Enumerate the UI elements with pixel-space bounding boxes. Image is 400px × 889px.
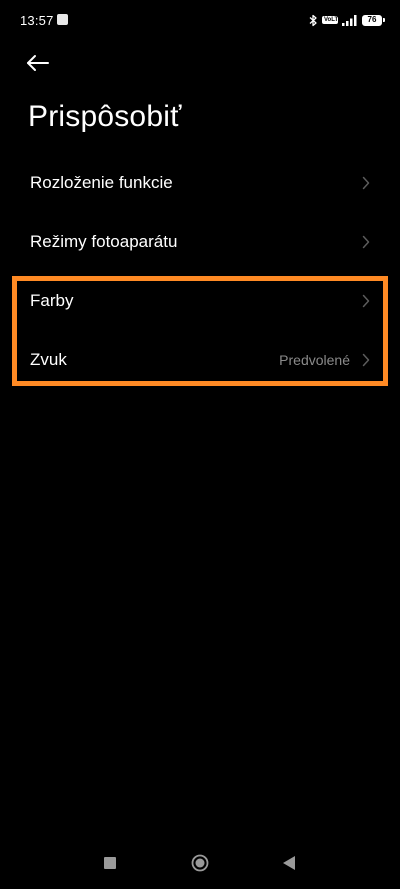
settings-item-camera-modes[interactable]: Režimy fotoaparátu [0,212,400,271]
navigation-bar [0,839,400,889]
settings-item-label: Farby [30,290,74,310]
bluetooth-icon [309,14,318,27]
back-button[interactable] [26,48,60,78]
status-bar: 13:57 VoLTE 76 [0,0,400,40]
settings-item-label: Rozloženie funkcie [30,172,173,192]
settings-item-value: Predvolené [279,351,350,368]
back-triangle-icon[interactable] [282,855,296,876]
chevron-right-icon [362,294,370,308]
settings-list: Rozloženie funkcie Režimy fotoaparátu Fa… [0,153,400,389]
chevron-right-icon [362,353,370,367]
chevron-right-icon [362,235,370,249]
battery-level: 76 [367,15,377,24]
battery-icon: 76 [362,14,385,26]
settings-item-sound[interactable]: Zvuk Predvolené [0,330,400,389]
arrow-left-icon [27,55,49,71]
settings-item-label: Zvuk [30,349,67,369]
page-title: Prispôsobiť [28,100,182,133]
recents-square-icon[interactable] [104,857,116,869]
notification-icon [57,14,68,25]
chevron-right-icon [362,176,370,190]
signal-icon [342,14,358,26]
status-icons: VoLTE 76 [309,13,385,27]
settings-item-colors[interactable]: Farby [0,271,400,330]
settings-item-feature-layout[interactable]: Rozloženie funkcie [0,153,400,212]
settings-item-label: Režimy fotoaparátu [30,231,178,251]
volte-icon: VoLTE [322,16,343,24]
home-circle-icon[interactable] [191,854,209,872]
status-time: 13:57 [20,13,54,28]
